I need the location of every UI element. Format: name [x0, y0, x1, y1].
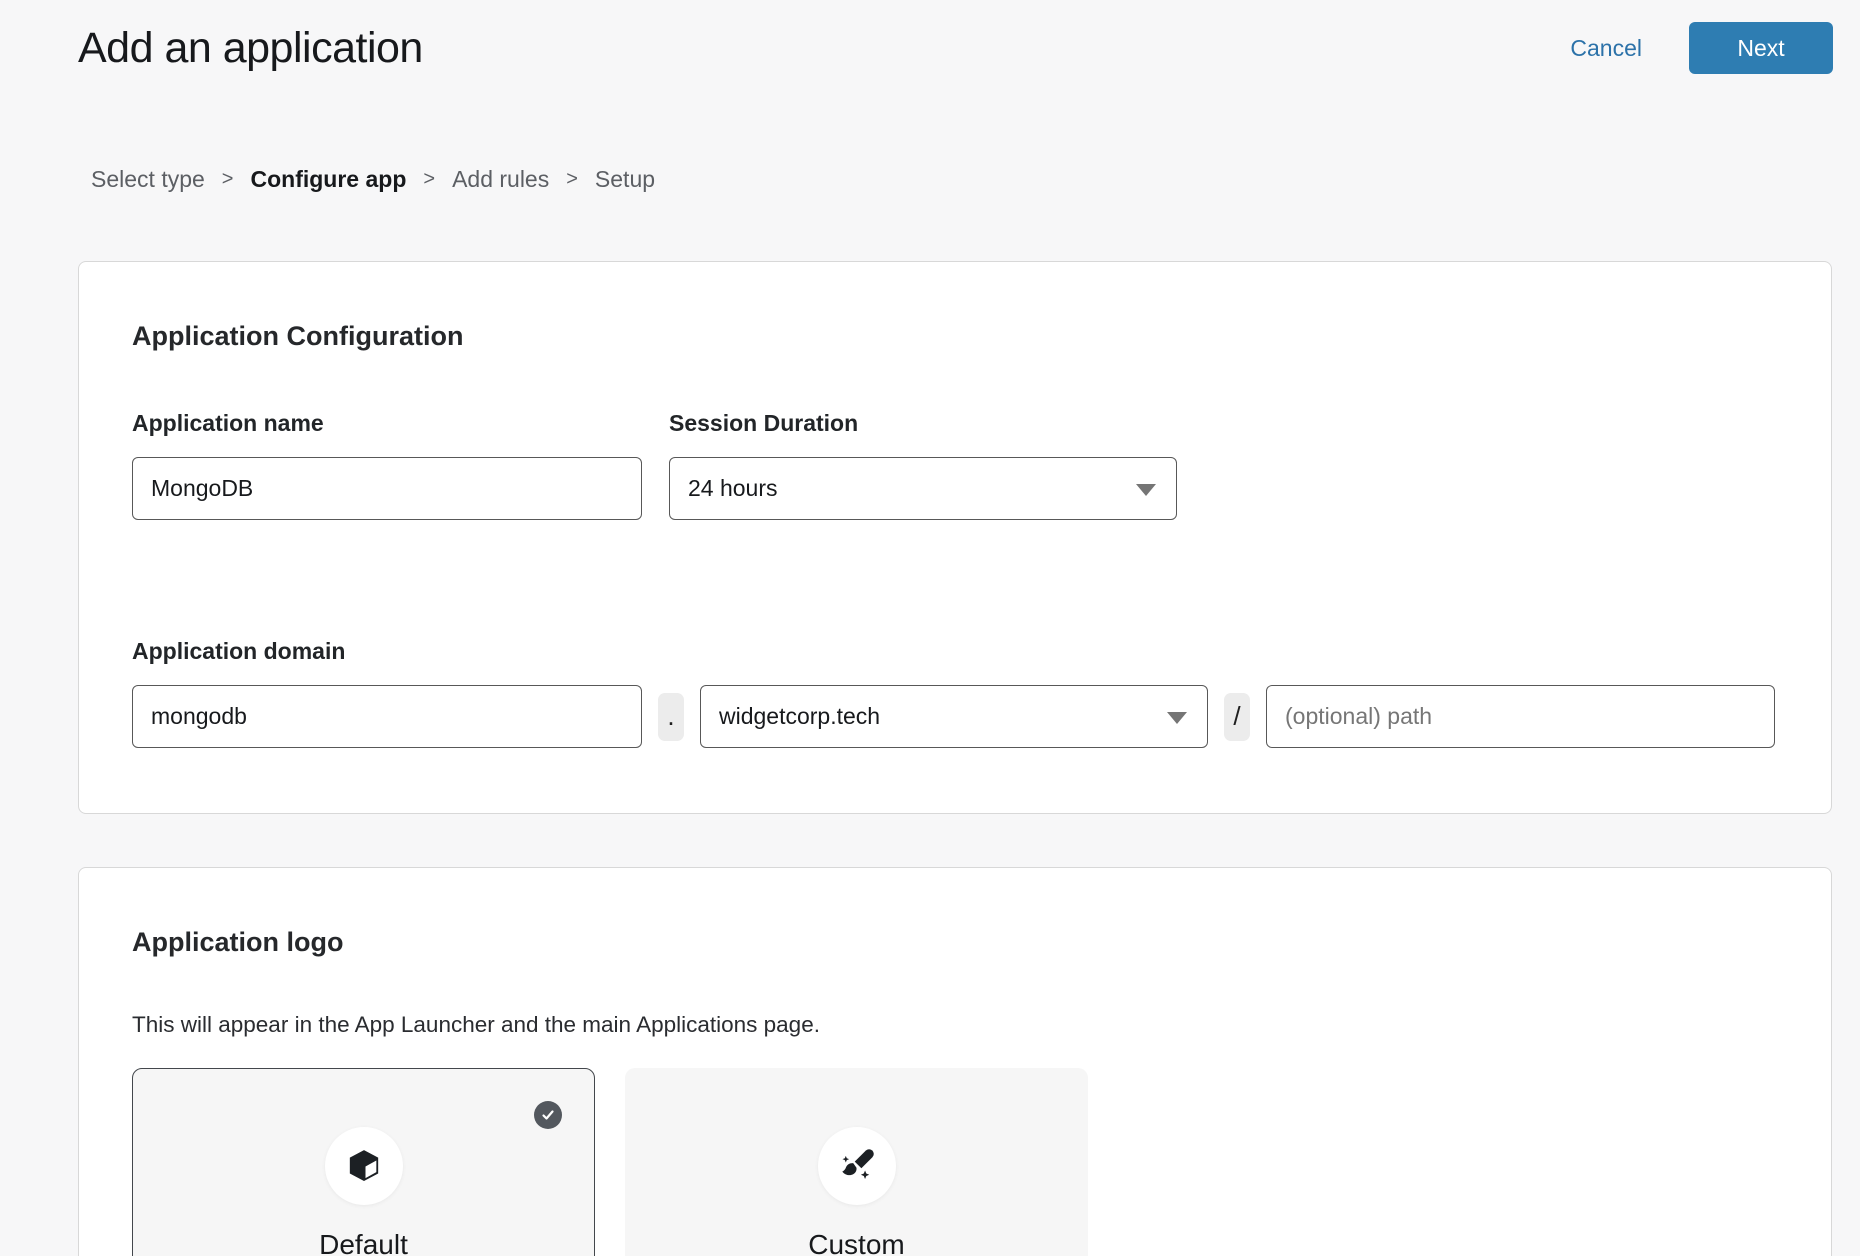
- check-icon: [540, 1107, 556, 1123]
- step-select-type[interactable]: Select type: [91, 166, 205, 193]
- domain-value: widgetcorp.tech: [719, 703, 880, 730]
- breadcrumb-separator: >: [566, 168, 578, 191]
- chevron-down-icon: [1167, 712, 1187, 724]
- logo-option-label: Custom: [808, 1229, 904, 1256]
- header-actions: Cancel Next: [1570, 22, 1833, 74]
- slash-separator-badge: /: [1224, 693, 1250, 741]
- cube-icon: [344, 1146, 384, 1186]
- breadcrumb-separator: >: [222, 168, 234, 191]
- cancel-button[interactable]: Cancel: [1570, 35, 1642, 62]
- application-logo-card: Application logo This will appear in the…: [78, 867, 1832, 1256]
- page-title: Add an application: [78, 24, 423, 73]
- application-domain-label: Application domain: [132, 638, 1778, 665]
- application-name-label: Application name: [132, 410, 642, 437]
- chevron-down-icon: [1136, 484, 1156, 496]
- default-logo-circle: [325, 1127, 403, 1205]
- custom-logo-circle: [818, 1127, 896, 1205]
- domain-select[interactable]: widgetcorp.tech: [700, 685, 1208, 748]
- step-setup[interactable]: Setup: [595, 166, 655, 193]
- step-configure-app[interactable]: Configure app: [250, 166, 406, 193]
- page-header: Add an application Cancel Next: [0, 0, 1860, 74]
- next-button[interactable]: Next: [1689, 22, 1833, 74]
- path-input[interactable]: [1266, 685, 1775, 748]
- application-logo-heading: Application logo: [132, 927, 1778, 958]
- application-configuration-card: Application Configuration Application na…: [78, 261, 1832, 814]
- application-logo-description: This will appear in the App Launcher and…: [132, 1012, 1778, 1038]
- paintbrush-icon: [836, 1145, 878, 1187]
- subdomain-input[interactable]: [132, 685, 642, 748]
- logo-option-tiles: Default Custom: [132, 1068, 1778, 1256]
- application-configuration-heading: Application Configuration: [132, 321, 1778, 352]
- application-domain-row: . widgetcorp.tech /: [132, 685, 1778, 748]
- selected-check-badge: [534, 1101, 562, 1129]
- breadcrumb: Select type > Configure app > Add rules …: [91, 166, 1860, 193]
- application-name-input[interactable]: [132, 457, 642, 520]
- logo-option-default[interactable]: Default: [132, 1068, 595, 1256]
- logo-option-label: Default: [319, 1229, 408, 1256]
- session-duration-select[interactable]: 24 hours: [669, 457, 1177, 520]
- session-duration-label: Session Duration: [669, 410, 1177, 437]
- step-add-rules[interactable]: Add rules: [452, 166, 549, 193]
- session-duration-value: 24 hours: [688, 475, 778, 502]
- dot-separator-badge: .: [658, 693, 684, 741]
- breadcrumb-separator: >: [423, 168, 435, 191]
- logo-option-custom[interactable]: Custom: [625, 1068, 1088, 1256]
